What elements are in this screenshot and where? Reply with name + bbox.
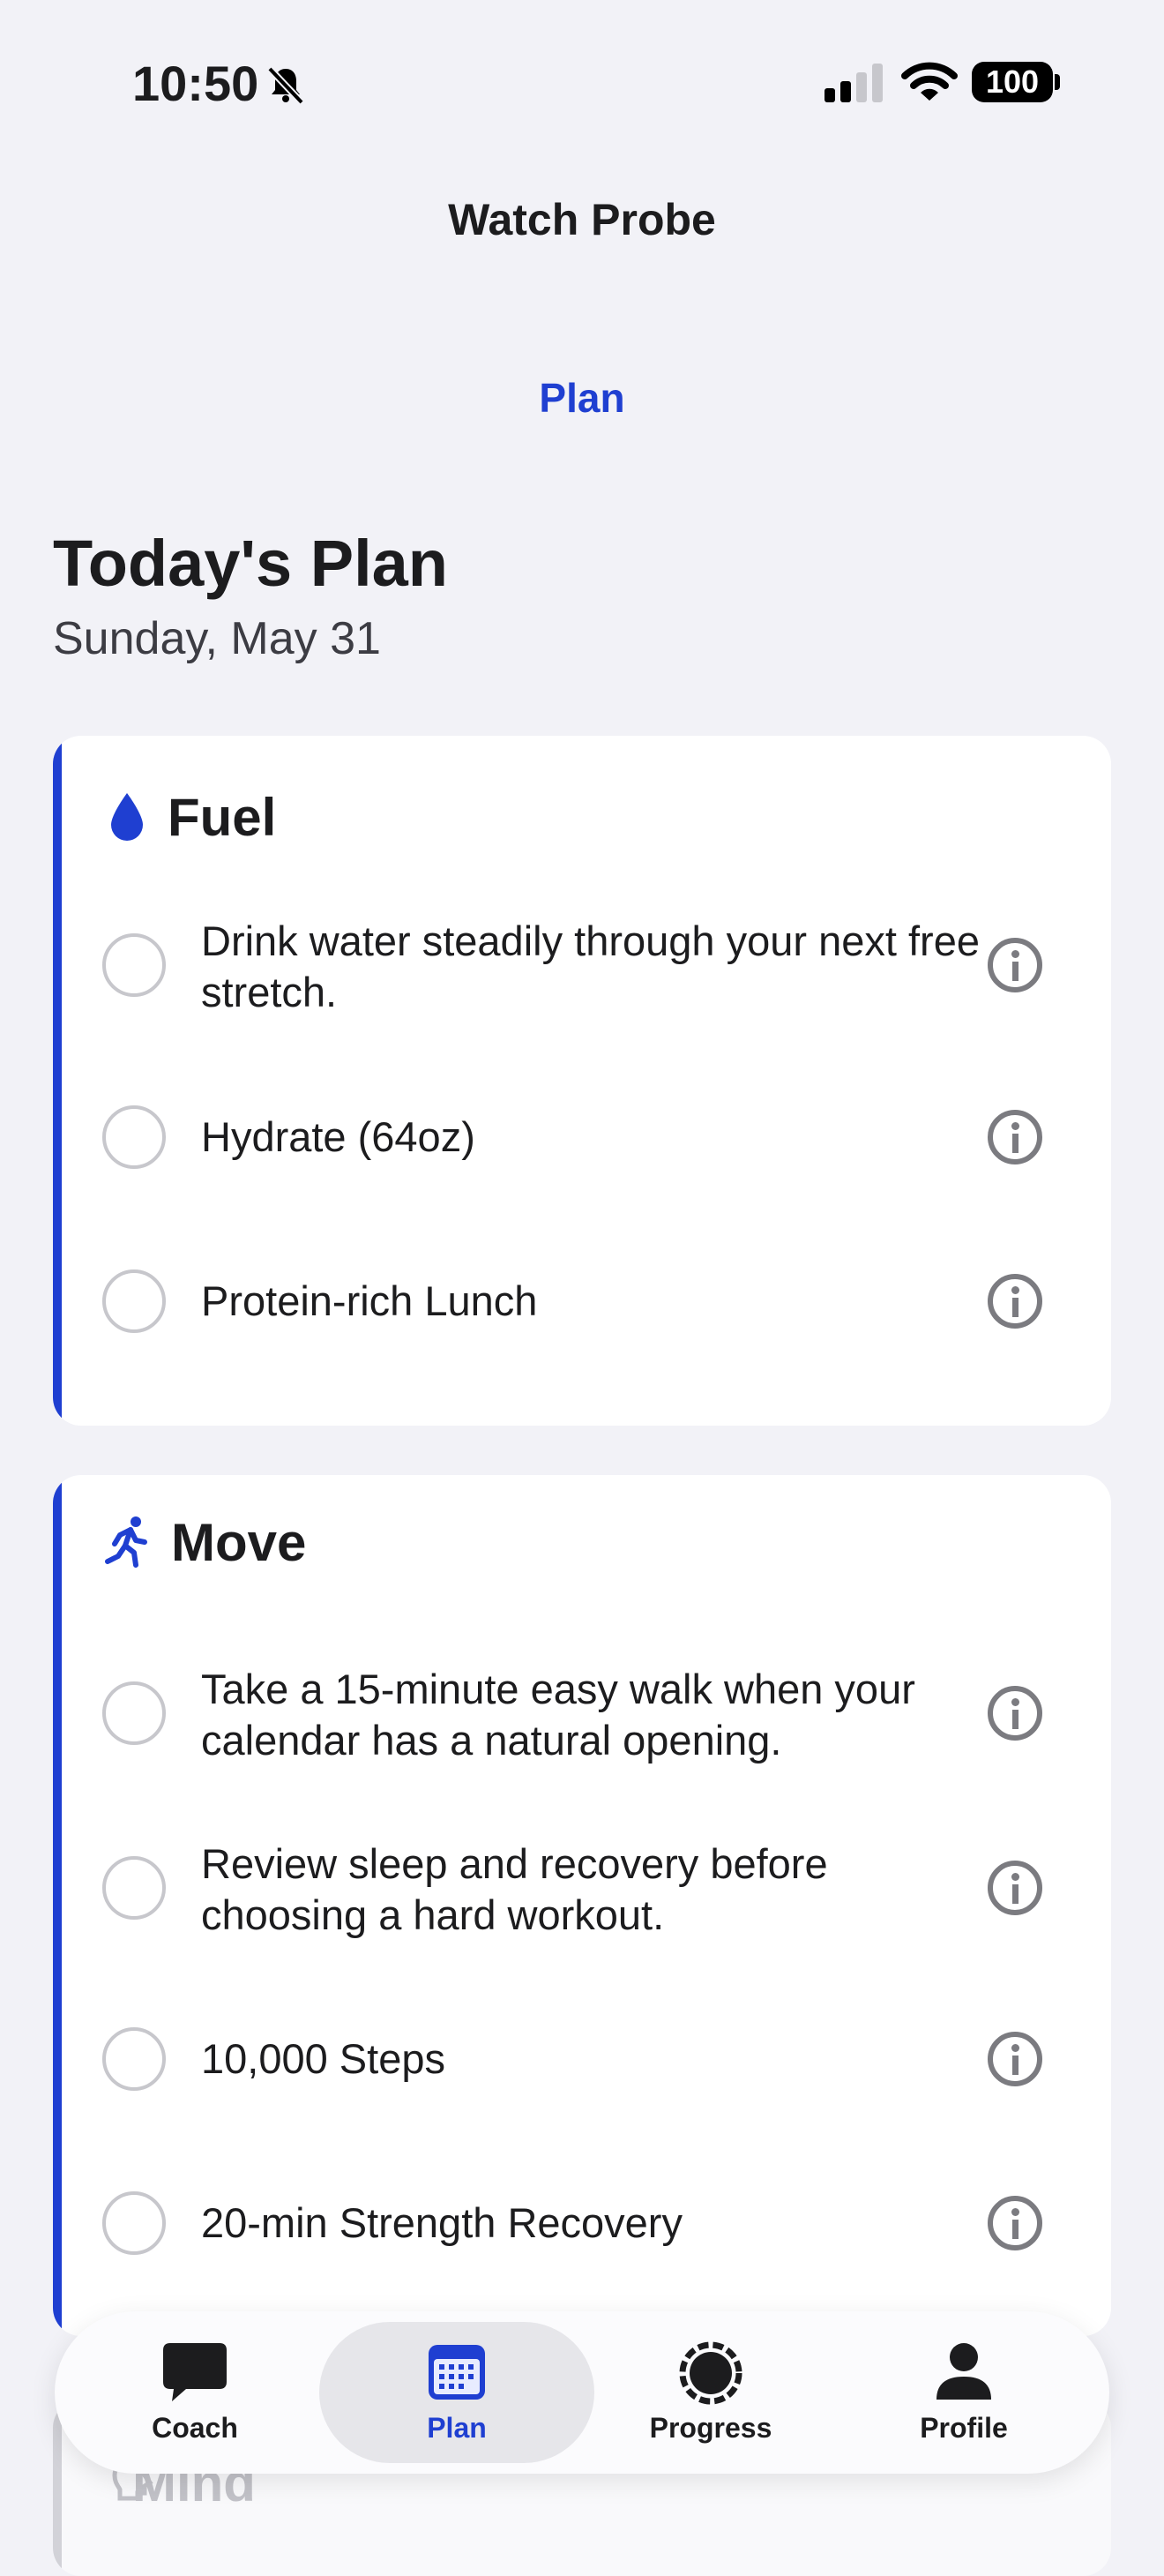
status-time: 10:50 <box>132 56 259 111</box>
section-label: Move <box>171 1512 307 1572</box>
task-checkbox[interactable] <box>102 933 166 997</box>
nav-title: Plan <box>539 375 625 421</box>
task-text: 20-min Strength Recovery <box>201 2199 683 2246</box>
battery-indicator: 100 <box>972 62 1053 102</box>
task-item: Review sleep and recovery before choosin… <box>53 1826 1111 1950</box>
wifi-icon <box>901 62 958 101</box>
fuel-header: Fuel <box>104 782 276 852</box>
task-item: 20-min Strength Recovery <box>53 2161 1111 2285</box>
move-card: Move Take a 15-minute easy walk when you… <box>53 1475 1111 2336</box>
task-text: Review sleep and recovery before choosin… <box>201 1840 828 1938</box>
info-icon[interactable] <box>988 1274 1042 1329</box>
task-checkbox[interactable] <box>102 1856 166 1920</box>
info-icon[interactable] <box>988 1110 1042 1164</box>
task-text: Protein-rich Lunch <box>201 1277 538 1324</box>
task-text: Take a 15-minute easy walk when your cal… <box>201 1666 915 1764</box>
page-date: Sunday, May 31 <box>53 613 381 664</box>
battery-tip <box>1055 74 1060 90</box>
person-icon <box>936 2343 991 2400</box>
info-icon[interactable] <box>988 2032 1042 2086</box>
tab-label: Plan <box>427 2412 487 2444</box>
info-icon[interactable] <box>988 2196 1042 2250</box>
tab-profile[interactable]: Profile <box>836 2311 1092 2474</box>
info-icon[interactable] <box>988 1686 1042 1741</box>
bell-slash-icon <box>267 66 304 105</box>
page-title: Today's Plan <box>53 527 449 600</box>
task-checkbox[interactable] <box>102 1681 166 1745</box>
water-drop-icon <box>111 793 143 841</box>
task-checkbox[interactable] <box>102 1269 166 1333</box>
running-figure-icon <box>105 1516 147 1568</box>
task-text: 10,000 Steps <box>201 2035 445 2082</box>
tab-label: Coach <box>152 2412 238 2444</box>
task-text: Hydrate (64oz) <box>201 1113 475 1160</box>
tab-progress[interactable]: Progress <box>583 2311 839 2474</box>
task-item: Take a 15-minute easy walk when your cal… <box>53 1651 1111 1775</box>
calendar-icon <box>429 2345 485 2400</box>
progress-ring-icon <box>679 2341 742 2405</box>
chat-bubble-icon <box>163 2343 227 2401</box>
task-item: Hydrate (64oz) <box>53 1075 1111 1199</box>
fuel-card: Fuel Drink water steadily through your n… <box>53 736 1111 1426</box>
task-text: Drink water steadily through your next f… <box>201 917 980 1015</box>
info-icon[interactable] <box>988 1861 1042 1915</box>
task-item: Protein-rich Lunch <box>53 1239 1111 1363</box>
task-item: Drink water steadily through your next f… <box>53 903 1111 1027</box>
status-bar: 10:50 100 <box>0 0 1164 168</box>
tab-label: Progress <box>649 2412 772 2444</box>
task-checkbox[interactable] <box>102 2027 166 2091</box>
info-icon[interactable] <box>988 938 1042 992</box>
task-item: 10,000 Steps <box>53 1997 1111 2121</box>
task-checkbox[interactable] <box>102 1105 166 1169</box>
task-checkbox[interactable] <box>102 2191 166 2255</box>
tab-coach[interactable]: Coach <box>67 2311 323 2474</box>
cellular-signal-icon <box>824 64 883 102</box>
app-title: Watch Probe <box>448 195 716 244</box>
tab-bar: Coach Plan Progress Profile <box>55 2311 1109 2474</box>
tab-label: Profile <box>920 2412 1008 2444</box>
tab-plan[interactable]: Plan <box>329 2311 585 2474</box>
section-label: Fuel <box>168 787 277 847</box>
move-header: Move <box>104 1507 306 1577</box>
